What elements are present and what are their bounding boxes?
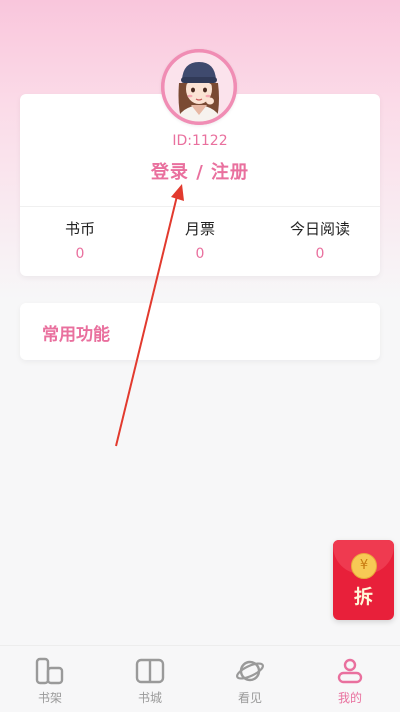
tab-mine[interactable]: 我的 bbox=[300, 646, 400, 712]
coin-icon: ¥ bbox=[351, 553, 377, 579]
profile-icon bbox=[337, 658, 363, 684]
avatar[interactable] bbox=[161, 49, 237, 125]
red-packet-label: 拆 bbox=[353, 586, 373, 608]
tab-label: 我的 bbox=[337, 691, 362, 705]
tab-bookshelf[interactable]: 书架 bbox=[0, 646, 100, 712]
book-store-icon bbox=[135, 658, 165, 684]
planet-icon bbox=[236, 660, 264, 682]
tab-label: 看见 bbox=[237, 691, 262, 705]
tab-discover[interactable]: 看见 bbox=[200, 646, 300, 712]
tab-book-store[interactable]: 书城 bbox=[100, 646, 200, 712]
bottom-tab-bar: 书架 书城 看见 我的 bbox=[0, 645, 400, 712]
bookshelf-icon bbox=[35, 657, 64, 685]
tab-label: 书城 bbox=[137, 691, 162, 705]
tab-label: 书架 bbox=[37, 691, 62, 705]
red-packet-button[interactable]: ¥ 拆 bbox=[333, 540, 394, 620]
